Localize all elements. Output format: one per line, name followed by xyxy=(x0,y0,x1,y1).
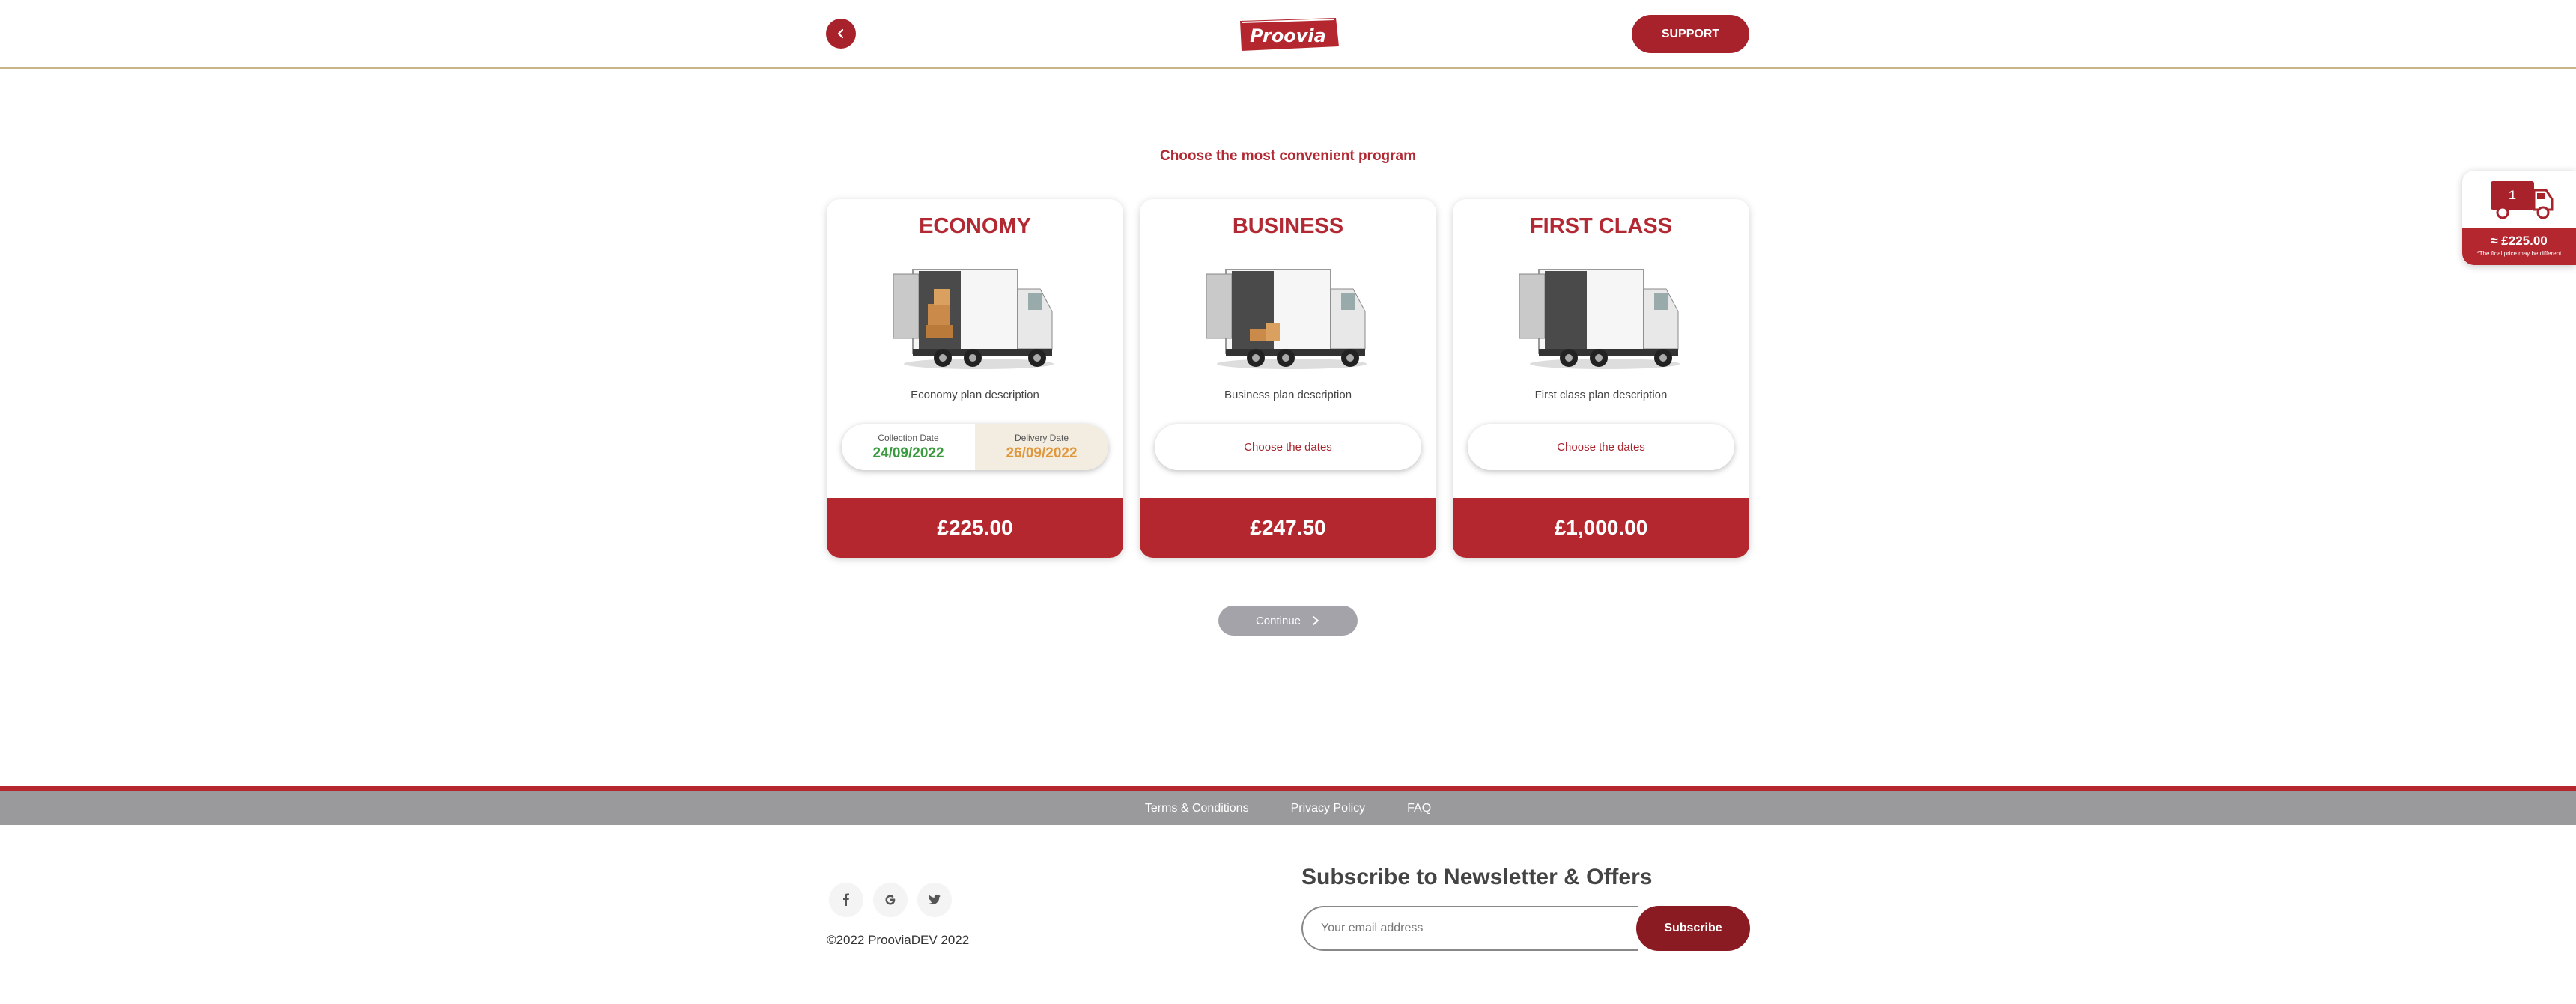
email-input[interactable] xyxy=(1301,906,1638,951)
truck-image xyxy=(1519,269,1680,369)
delivery-date-block[interactable]: Delivery Date 26/09/2022 xyxy=(975,424,1108,470)
truck-icon: 1 xyxy=(2491,181,2554,219)
newsletter-title: Subscribe to Newsletter & Offers xyxy=(1301,865,1653,889)
plan-description: First class plan description xyxy=(1534,389,1668,401)
terms-link[interactable]: Terms & Conditions xyxy=(1145,802,1249,815)
twitter-button[interactable] xyxy=(917,883,952,917)
collection-date-label: Collection Date xyxy=(878,432,939,443)
footer-links: Terms & Conditions Privacy Policy FAQ xyxy=(0,791,2576,825)
faq-link[interactable]: FAQ xyxy=(1407,802,1431,815)
proovia-logo[interactable]: Proovia xyxy=(1236,16,1340,52)
support-button[interactable]: SUPPORT xyxy=(1632,15,1749,53)
collection-date-value: 24/09/2022 xyxy=(872,445,944,461)
google-button[interactable] xyxy=(873,883,908,917)
dates-selector[interactable]: Collection Date 24/09/2022 Delivery Date… xyxy=(842,424,1108,470)
truck-image xyxy=(893,269,1054,369)
copyright: ©2022 ProoviaDEV 2022 xyxy=(827,933,970,947)
choose-dates-button[interactable]: Choose the dates xyxy=(1155,424,1421,470)
delivery-date-value: 26/09/2022 xyxy=(1006,445,1078,461)
google-icon xyxy=(885,895,896,905)
twitter-icon xyxy=(928,894,941,905)
logo-text: Proovia xyxy=(1250,25,1326,46)
cart-widget[interactable]: 1 ≈ £225.00 *The final price may be diff… xyxy=(2462,171,2576,265)
plan-price: £1,000.00 xyxy=(1453,498,1749,558)
header: Proovia SUPPORT xyxy=(0,0,2576,69)
collection-date-block[interactable]: Collection Date 24/09/2022 xyxy=(842,424,975,470)
privacy-link[interactable]: Privacy Policy xyxy=(1291,802,1366,815)
cart-truck: 1 xyxy=(2462,171,2576,228)
footer-divider xyxy=(0,786,2576,791)
plan-description: Economy plan description xyxy=(911,389,1039,401)
plan-card-first-class[interactable]: FIRST CLASS First class plan description… xyxy=(1453,199,1749,558)
facebook-button[interactable] xyxy=(829,883,863,917)
delivery-date-label: Delivery Date xyxy=(1014,432,1069,443)
plan-title: BUSINESS xyxy=(1232,214,1344,238)
cart-summary: ≈ £225.00 *The final price may be differ… xyxy=(2462,228,2576,265)
page-title: Choose the most convenient program xyxy=(1159,148,1417,164)
plan-price: £225.00 xyxy=(827,498,1123,558)
continue-label: Continue xyxy=(1255,614,1301,627)
cart-price: ≈ £225.00 xyxy=(2491,234,2548,248)
continue-button[interactable]: Continue xyxy=(1218,606,1358,636)
cart-note: *The final price may be different xyxy=(2476,250,2562,257)
facebook-icon xyxy=(843,893,849,906)
choose-dates-button[interactable]: Choose the dates xyxy=(1468,424,1734,470)
truck-image xyxy=(1206,269,1367,369)
plan-card-economy[interactable]: ECONOMY Economy plan description Collect… xyxy=(827,199,1123,558)
chevron-right-icon xyxy=(1313,616,1319,625)
chevron-left-icon xyxy=(837,28,844,39)
back-button[interactable] xyxy=(826,19,856,49)
plan-title: FIRST CLASS xyxy=(1529,214,1673,238)
plan-description: Business plan description xyxy=(1224,389,1352,401)
cart-count: 1 xyxy=(2509,188,2515,202)
plan-title: ECONOMY xyxy=(919,214,1031,238)
subscribe-button[interactable]: Subscribe xyxy=(1636,906,1750,951)
plan-price: £247.50 xyxy=(1140,498,1436,558)
plan-card-business[interactable]: BUSINESS Business plan description Choos… xyxy=(1140,199,1436,558)
